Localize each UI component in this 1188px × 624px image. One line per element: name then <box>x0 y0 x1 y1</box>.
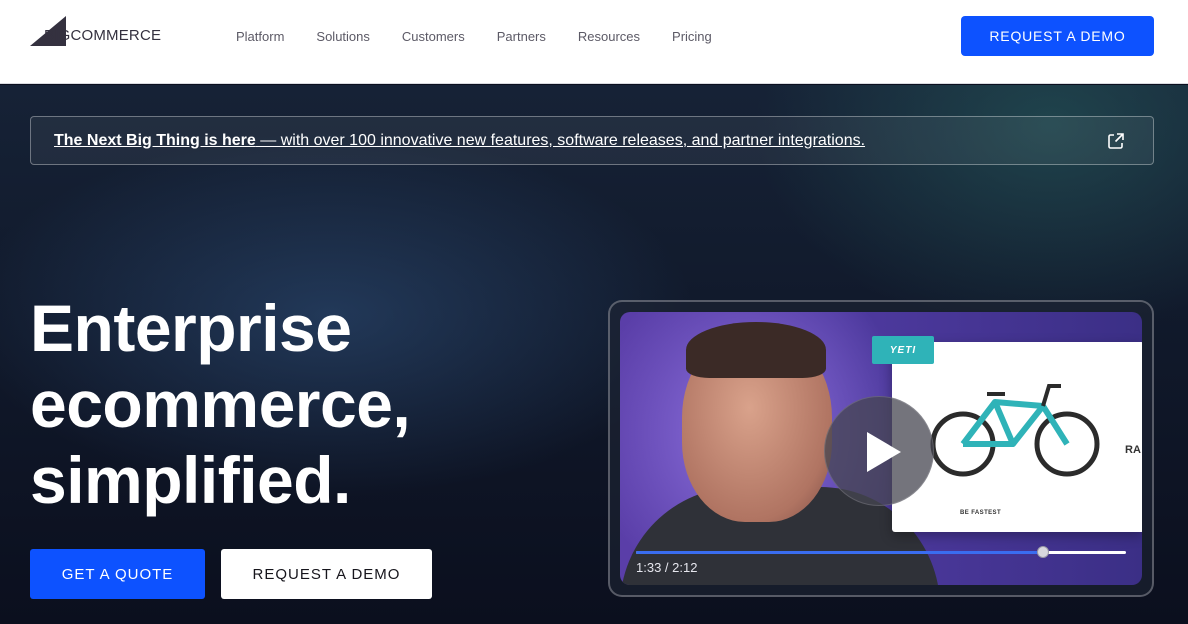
nav-item-solutions[interactable]: Solutions <box>316 29 369 44</box>
get-a-quote-button[interactable]: GET A QUOTE <box>30 549 205 599</box>
play-icon <box>867 432 901 472</box>
nav-item-pricing[interactable]: Pricing <box>672 29 712 44</box>
bigcommerce-logo[interactable]: BIGCOMMERCE <box>30 16 170 48</box>
bike-image-icon <box>930 384 1100 477</box>
video-progress-bar[interactable] <box>636 546 1126 558</box>
video-progress-handle[interactable] <box>1036 546 1049 558</box>
nav-item-platform[interactable]: Platform <box>236 29 284 44</box>
headline-line-2: ecommerce, <box>30 367 411 441</box>
headline-line-3: simplified. <box>30 443 351 517</box>
play-button[interactable] <box>824 396 934 506</box>
header-request-demo-button[interactable]: REQUEST A DEMO <box>961 16 1154 56</box>
logo-text: BIGCOMMERCE <box>44 27 162 44</box>
banner-strong-text: The Next Big Thing is here <box>54 131 256 149</box>
presenter-hair <box>686 322 826 378</box>
headline-line-1: Enterprise <box>30 291 352 365</box>
banner-link[interactable]: The Next Big Thing is here — with over 1… <box>54 132 865 150</box>
video-player[interactable]: YETI BE FASTEST RA 1:33 / 2:12 <box>620 312 1142 585</box>
hero-section: The Next Big Thing is here — with over 1… <box>0 85 1188 624</box>
nav-item-partners[interactable]: Partners <box>497 29 546 44</box>
hero-request-demo-button[interactable]: REQUEST A DEMO <box>221 549 432 599</box>
nav-item-resources[interactable]: Resources <box>578 29 640 44</box>
site-header: BIGCOMMERCE Platform Solutions Customers… <box>0 0 1188 84</box>
banner-rest-text: — with over 100 innovative new features,… <box>255 131 866 149</box>
video-time: 1:33 / 2:12 <box>636 560 698 575</box>
announcement-banner[interactable]: The Next Big Thing is here — with over 1… <box>30 116 1154 165</box>
hero-headline: Enterprise ecommerce, simplified. <box>30 290 510 518</box>
main-nav: Platform Solutions Customers Partners Re… <box>236 0 712 72</box>
yeti-brand-tag: YETI <box>872 336 934 364</box>
external-link-icon[interactable] <box>1107 132 1125 150</box>
video-progress-fill <box>636 551 1043 554</box>
video-caption: BE FASTEST <box>960 510 1002 516</box>
nav-item-customers[interactable]: Customers <box>402 29 465 44</box>
video-side-text: RA <box>1125 444 1141 456</box>
